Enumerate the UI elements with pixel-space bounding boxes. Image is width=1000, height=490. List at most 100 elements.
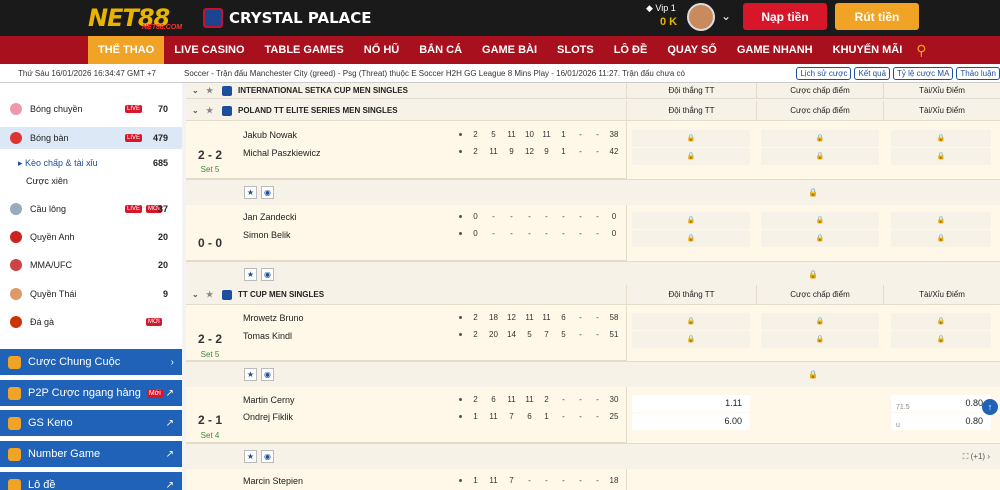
home-team: Jakub Nowak [243,130,298,140]
nav-item-live-casino[interactable]: LIVE CASINO [164,36,254,64]
sidebar-item-boxing[interactable]: Quyền Anh 20 [0,227,182,247]
avatar[interactable] [687,3,715,31]
number-game-link[interactable]: Number Game ↗ [0,441,182,467]
nav-item-lottery[interactable]: LÔ ĐỀ [604,36,658,64]
col-header-handicap: Cược chấp điểm [756,285,883,305]
favorite-star-icon[interactable]: ★ [244,268,257,281]
nav-item-slots[interactable]: SLOTS [547,36,604,64]
odds-type-select[interactable]: Tỷ lệ cược MA [893,66,954,80]
deposit-button[interactable]: Nạp tiền [743,3,827,30]
sidebar-item-muay-thai[interactable]: Quyền Thái 9 [0,284,182,304]
watch-eye-icon[interactable]: ◉ [261,186,274,199]
bet-history-button[interactable]: Lịch sử cược [796,66,852,80]
favorite-star-icon[interactable]: ★ [244,368,257,381]
nav-item-sports[interactable]: THỂ THAO [88,36,165,64]
results-button[interactable]: Kết quả [854,66,891,80]
sidebar-item-handicap-ou[interactable]: ▸ Kèo chấp & tài xỉu 685 [0,153,182,173]
away-team: Simon Belik [243,230,291,240]
favorite-star-icon[interactable]: ★ [244,186,257,199]
nav-item-fishing[interactable]: BẮN CÁ [409,36,472,64]
home-team: Mrowetz Bruno [243,313,304,323]
sports-sidebar: Bóng chuyền LIVE 70 Bóng bàn LIVE 479 ▸ Kèo … [0,83,182,490]
match-actions: ★ ◉ [186,443,626,469]
watch-eye-icon[interactable]: ◉ [261,368,274,381]
search-icon[interactable]: ⚲ [916,42,926,59]
under-odds[interactable]: u 0.80 [891,413,991,430]
p2p-link[interactable]: P2P Cược ngang hàng Mới ↗ [0,380,182,406]
match-row[interactable]: 0 - 0 Jan Zandecki Simon Belik 0-------0… [186,205,626,261]
lottery-icon [8,478,21,490]
favorite-star-icon[interactable]: ★ [244,450,257,463]
col-header-ou: Tài/Xỉu Điểm [883,285,1000,305]
home-win-odds[interactable]: 1.11 [632,395,750,412]
discussion-button[interactable]: Thảo luận [956,66,1000,80]
locked-odds-cell: 🔒 [632,331,750,348]
league-icon [222,85,232,96]
nav-item-promotions[interactable]: KHUYẾN MÃI [823,36,913,64]
away-team: Tomas Kindl [243,331,293,341]
sidebar-item-parlay[interactable]: Cược xiên [0,171,182,191]
nav-item-card-games[interactable]: GAME BÀI [472,36,547,64]
sidebar-item-cockfight[interactable]: Đá gà MỚI [0,312,182,332]
sidebar-item-table-tennis[interactable]: Bóng bàn LIVE 479 [0,127,182,149]
sidebar-item-badminton[interactable]: Cầu lông LIVE MỚI 37 [0,199,182,219]
serve-indicator [459,316,462,319]
match-row[interactable]: 2 - 2 Set 5 Mrowetz Bruno Tomas Kindl 21… [186,305,626,361]
odds-block: 1.11 6.00 71.5 0.80 u 0.80 [626,387,1000,443]
star-icon[interactable]: ★ [206,86,213,95]
serve-indicator [459,333,462,336]
scroll-top-button[interactable]: ↑ [982,399,998,415]
more-markets-count[interactable]: (+1) [971,452,985,461]
home-team: Jan Zandecki [243,212,297,222]
star-icon[interactable]: ★ [206,106,213,115]
serve-indicator [459,398,462,401]
nav-item-slots-jackpot[interactable]: NỔ HŨ [354,36,409,64]
odds-block: 🔒 🔒 🔒 🔒 🔒 🔒 [626,305,1000,361]
serve-indicator [459,232,462,235]
col-header-ou: Tài/Xỉu Điểm [883,101,1000,121]
chart-icon[interactable]: ⛶ [963,452,969,461]
news-ticker: Soccer - Trận đấu Manchester City (greed… [184,68,686,78]
external-link-icon: ↗ [165,448,174,460]
watch-eye-icon[interactable]: ◉ [261,450,274,463]
rooster-icon [10,316,22,328]
watch-eye-icon[interactable]: ◉ [261,268,274,281]
away-team: Michal Paszkiewicz [243,148,321,158]
match-row[interactable]: 2 - 2 Set 5 Jakub Nowak Michal Paszkiewi… [186,121,626,179]
chevron-down-icon[interactable]: ⌄ [721,9,731,23]
league-header-setka[interactable]: ⌄ ★ INTERNATIONAL SETKA CUP MEN SINGLES [186,83,626,99]
collapse-icon[interactable]: ⌄ [192,106,199,115]
star-icon[interactable]: ★ [206,290,213,299]
locked-odds-cell: 🔒 [632,212,750,229]
badminton-icon [10,203,22,215]
match-set: Set 5 [200,165,220,174]
over-odds[interactable]: 71.5 0.80 [891,395,991,412]
more-markets-row[interactable]: ⛶ (+1) › [626,443,1000,469]
expand-icon[interactable]: › [987,452,990,461]
table-tennis-icon [10,132,22,144]
withdraw-button[interactable]: Rút tiền [835,3,919,30]
away-win-odds[interactable]: 6.00 [632,413,750,430]
match-row[interactable]: 2 - 1 Set 4 Martin Cerny Ondrej Fiklik 2… [186,387,626,443]
sidebar-item-mma[interactable]: MMA/UFC 20 [0,255,182,275]
sponsor-club: CRYSTAL PALACE [203,8,372,28]
gs-keno-link[interactable]: GS Keno ↗ [0,410,182,436]
number-game-icon [8,447,21,461]
collapse-icon[interactable]: ⌄ [192,290,199,299]
sidebar-item-volleyball[interactable]: Bóng chuyền LIVE 70 [0,99,182,119]
match-row[interactable]: Marcin Stepien 1 11 7- - - - -18 [186,469,626,490]
lottery-link[interactable]: Lô đề ↗ [0,472,182,490]
nav-item-table-games[interactable]: TABLE GAMES [255,36,354,64]
locked-odds-cell: 🔒 [891,130,991,147]
event-board: ⌄ ★ INTERNATIONAL SETKA CUP MEN SINGLES Độ… [186,83,1000,490]
odds-block: 🔒 🔒 🔒 🔒 🔒 🔒 [626,205,1000,261]
league-header-tt-cup[interactable]: ⌄ ★ TT CUP MEN SINGLES [186,285,626,305]
balance: 0 K [660,16,678,28]
locked-odds-cell: 🔒 [891,331,991,348]
nav-item-quick-games[interactable]: GAME NHANH [727,36,823,64]
league-header-poland[interactable]: ⌄ ★ POLAND TT ELITE SERIES MEN SINGLES [186,101,626,121]
muay-thai-icon [10,288,22,300]
outright-link[interactable]: Cược Chung Cuộc › [0,349,182,375]
nav-item-number-draw[interactable]: QUAY SỐ [657,36,727,64]
collapse-icon[interactable]: ⌄ [192,86,199,95]
